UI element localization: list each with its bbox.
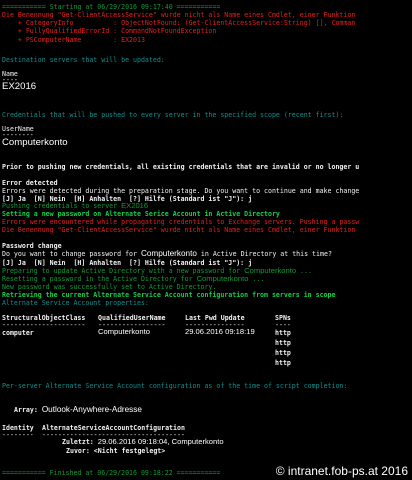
error-line-1: Die Benennung "Get-ClientAccessService" … — [2, 11, 356, 19]
error-line-4: + PSComputerName : EX2013 — [2, 36, 145, 44]
zuletzt-line: Zuletzt: 29.06.2016 09:18:04, Computerko… — [62, 437, 224, 447]
error-detected-title: Error detected — [2, 179, 58, 187]
retrieving-line: Retrieving the current Alternate Service… — [2, 291, 336, 299]
spn-item: http — [275, 359, 291, 367]
error-line-3: + FullyQualifiedErrorId : CommandNotFoun… — [2, 27, 217, 35]
error-line-2: + CategoryInfo : ObjectNotFound: (Get-Cl… — [2, 19, 356, 27]
spn-item: http — [275, 339, 291, 347]
finished-line: =========== Finished at 06/29/2016 09:18… — [2, 469, 221, 477]
prior-line: Prior to pushing new credentials, all ex… — [2, 163, 360, 171]
benennung-line: Die Benennung "Get-ClientAccessService" … — [2, 226, 356, 234]
table-row-class: computer — [2, 329, 34, 337]
password-change-title: Password change — [2, 242, 62, 250]
destination-server: EX2016 — [2, 81, 37, 92]
asa-props-line: Alternate Service Account properties: — [2, 299, 149, 307]
starting-line: =========== Starting at 06/29/2016 09:17… — [2, 3, 221, 11]
asa-rule-spns: ---- — [275, 321, 291, 329]
setting-line: Setting a new password on Alternate Seri… — [2, 210, 280, 218]
credentials-heading: Credentials that will be pushed to every… — [2, 111, 344, 119]
error-detected-text: Errors were detected during the preparat… — [2, 187, 360, 195]
password-question: Do you want to change password for Compu… — [2, 249, 332, 258]
encountered-line: Errors were encountered while propagatin… — [2, 218, 360, 226]
new-password-line: New password was successfully set to Act… — [2, 283, 217, 291]
array-line: Array: Outlook-Anywhere-Adresse — [14, 405, 142, 414]
spn-item: http — [275, 329, 291, 337]
table-row-updated: 29.06.2016 09:18:19 — [185, 327, 255, 336]
credentials-user: Computerkonto — [2, 137, 68, 148]
asa-rule-class: --------------------- — [2, 321, 86, 329]
destination-heading: Destination servers that will be updated… — [2, 56, 165, 64]
password-choices: [J] Ja [N] Nein [H] Anhalten [?] Hilfe (… — [2, 259, 253, 267]
identity-rule: -------- — [2, 431, 34, 439]
preparing-line: Preparing to update Active Directory wit… — [2, 266, 312, 276]
table-row-user: Computerkonto — [98, 327, 150, 336]
per-server-heading: Per-server Alternate Service Account con… — [2, 382, 348, 390]
spn-item: http — [275, 349, 291, 357]
pushing-line: Pushing credentials to server EX2016 — [2, 201, 149, 211]
powershell-console[interactable]: =========== Starting at 06/29/2016 09:17… — [0, 0, 412, 480]
watermark: © intranet.fob-ps.at 2016 — [275, 464, 408, 478]
resetting-line: Resetting a password in the Active Direc… — [2, 274, 265, 284]
zuvor-line: Zuvor: <Nicht festgelegt> — [66, 447, 166, 455]
